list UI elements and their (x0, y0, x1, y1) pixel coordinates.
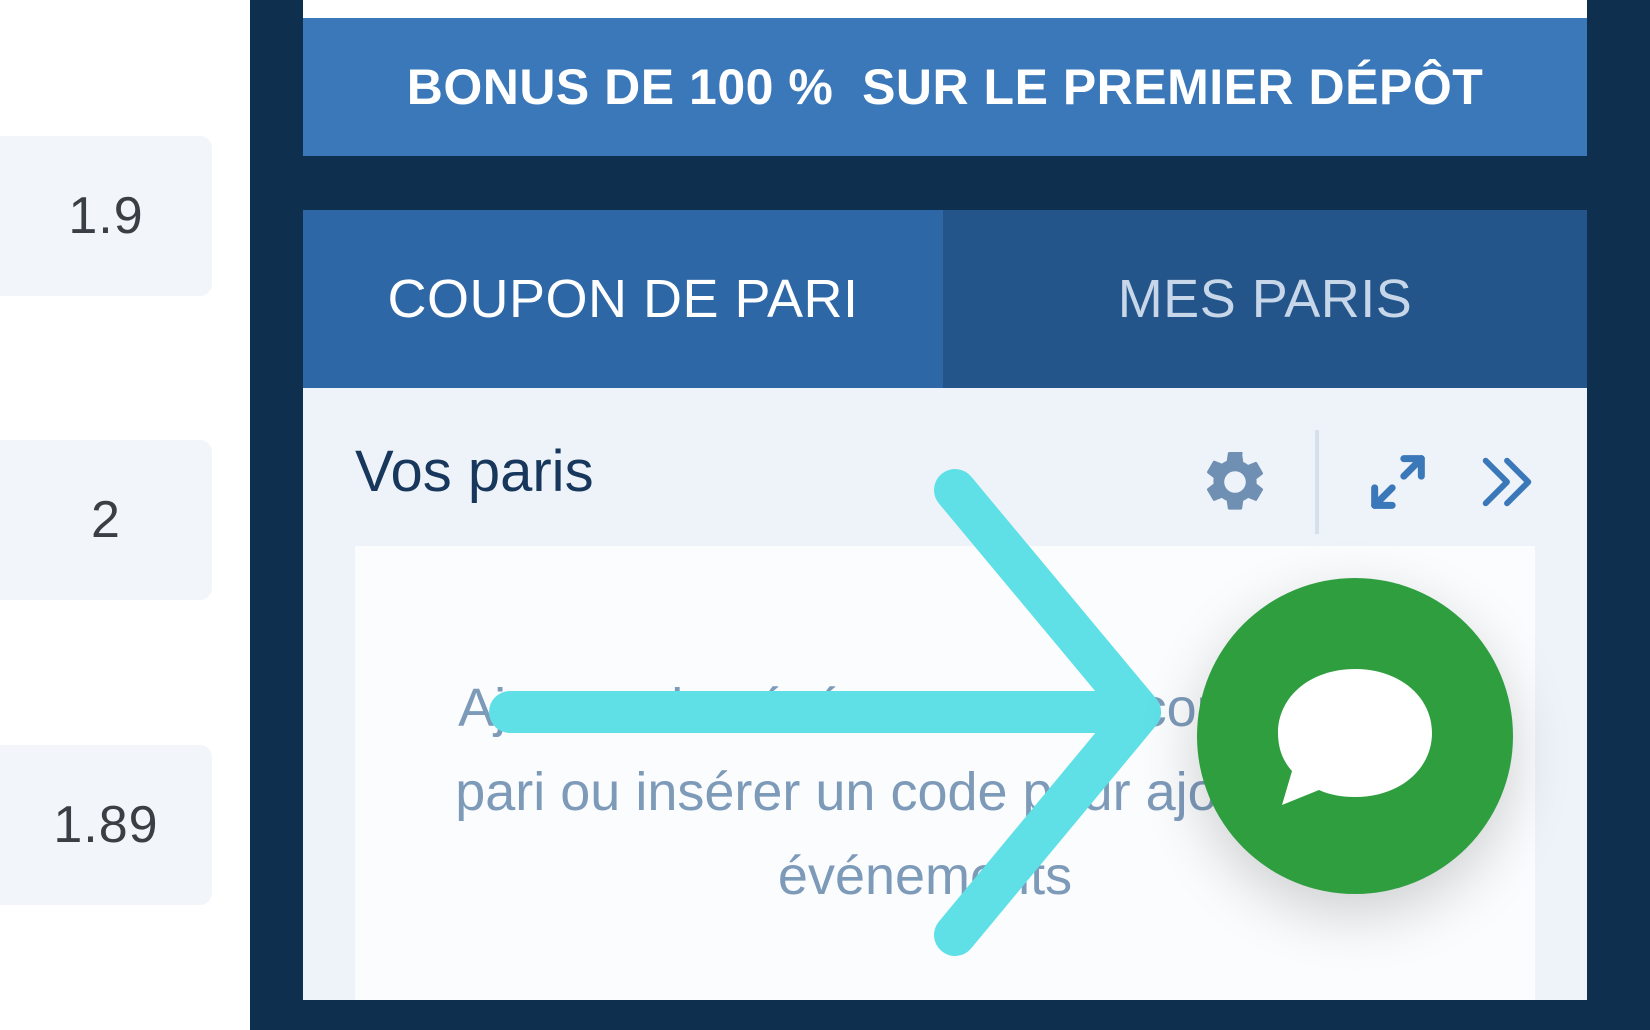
chat-button[interactable] (1197, 578, 1513, 894)
chat-bubble-icon (1278, 669, 1432, 805)
